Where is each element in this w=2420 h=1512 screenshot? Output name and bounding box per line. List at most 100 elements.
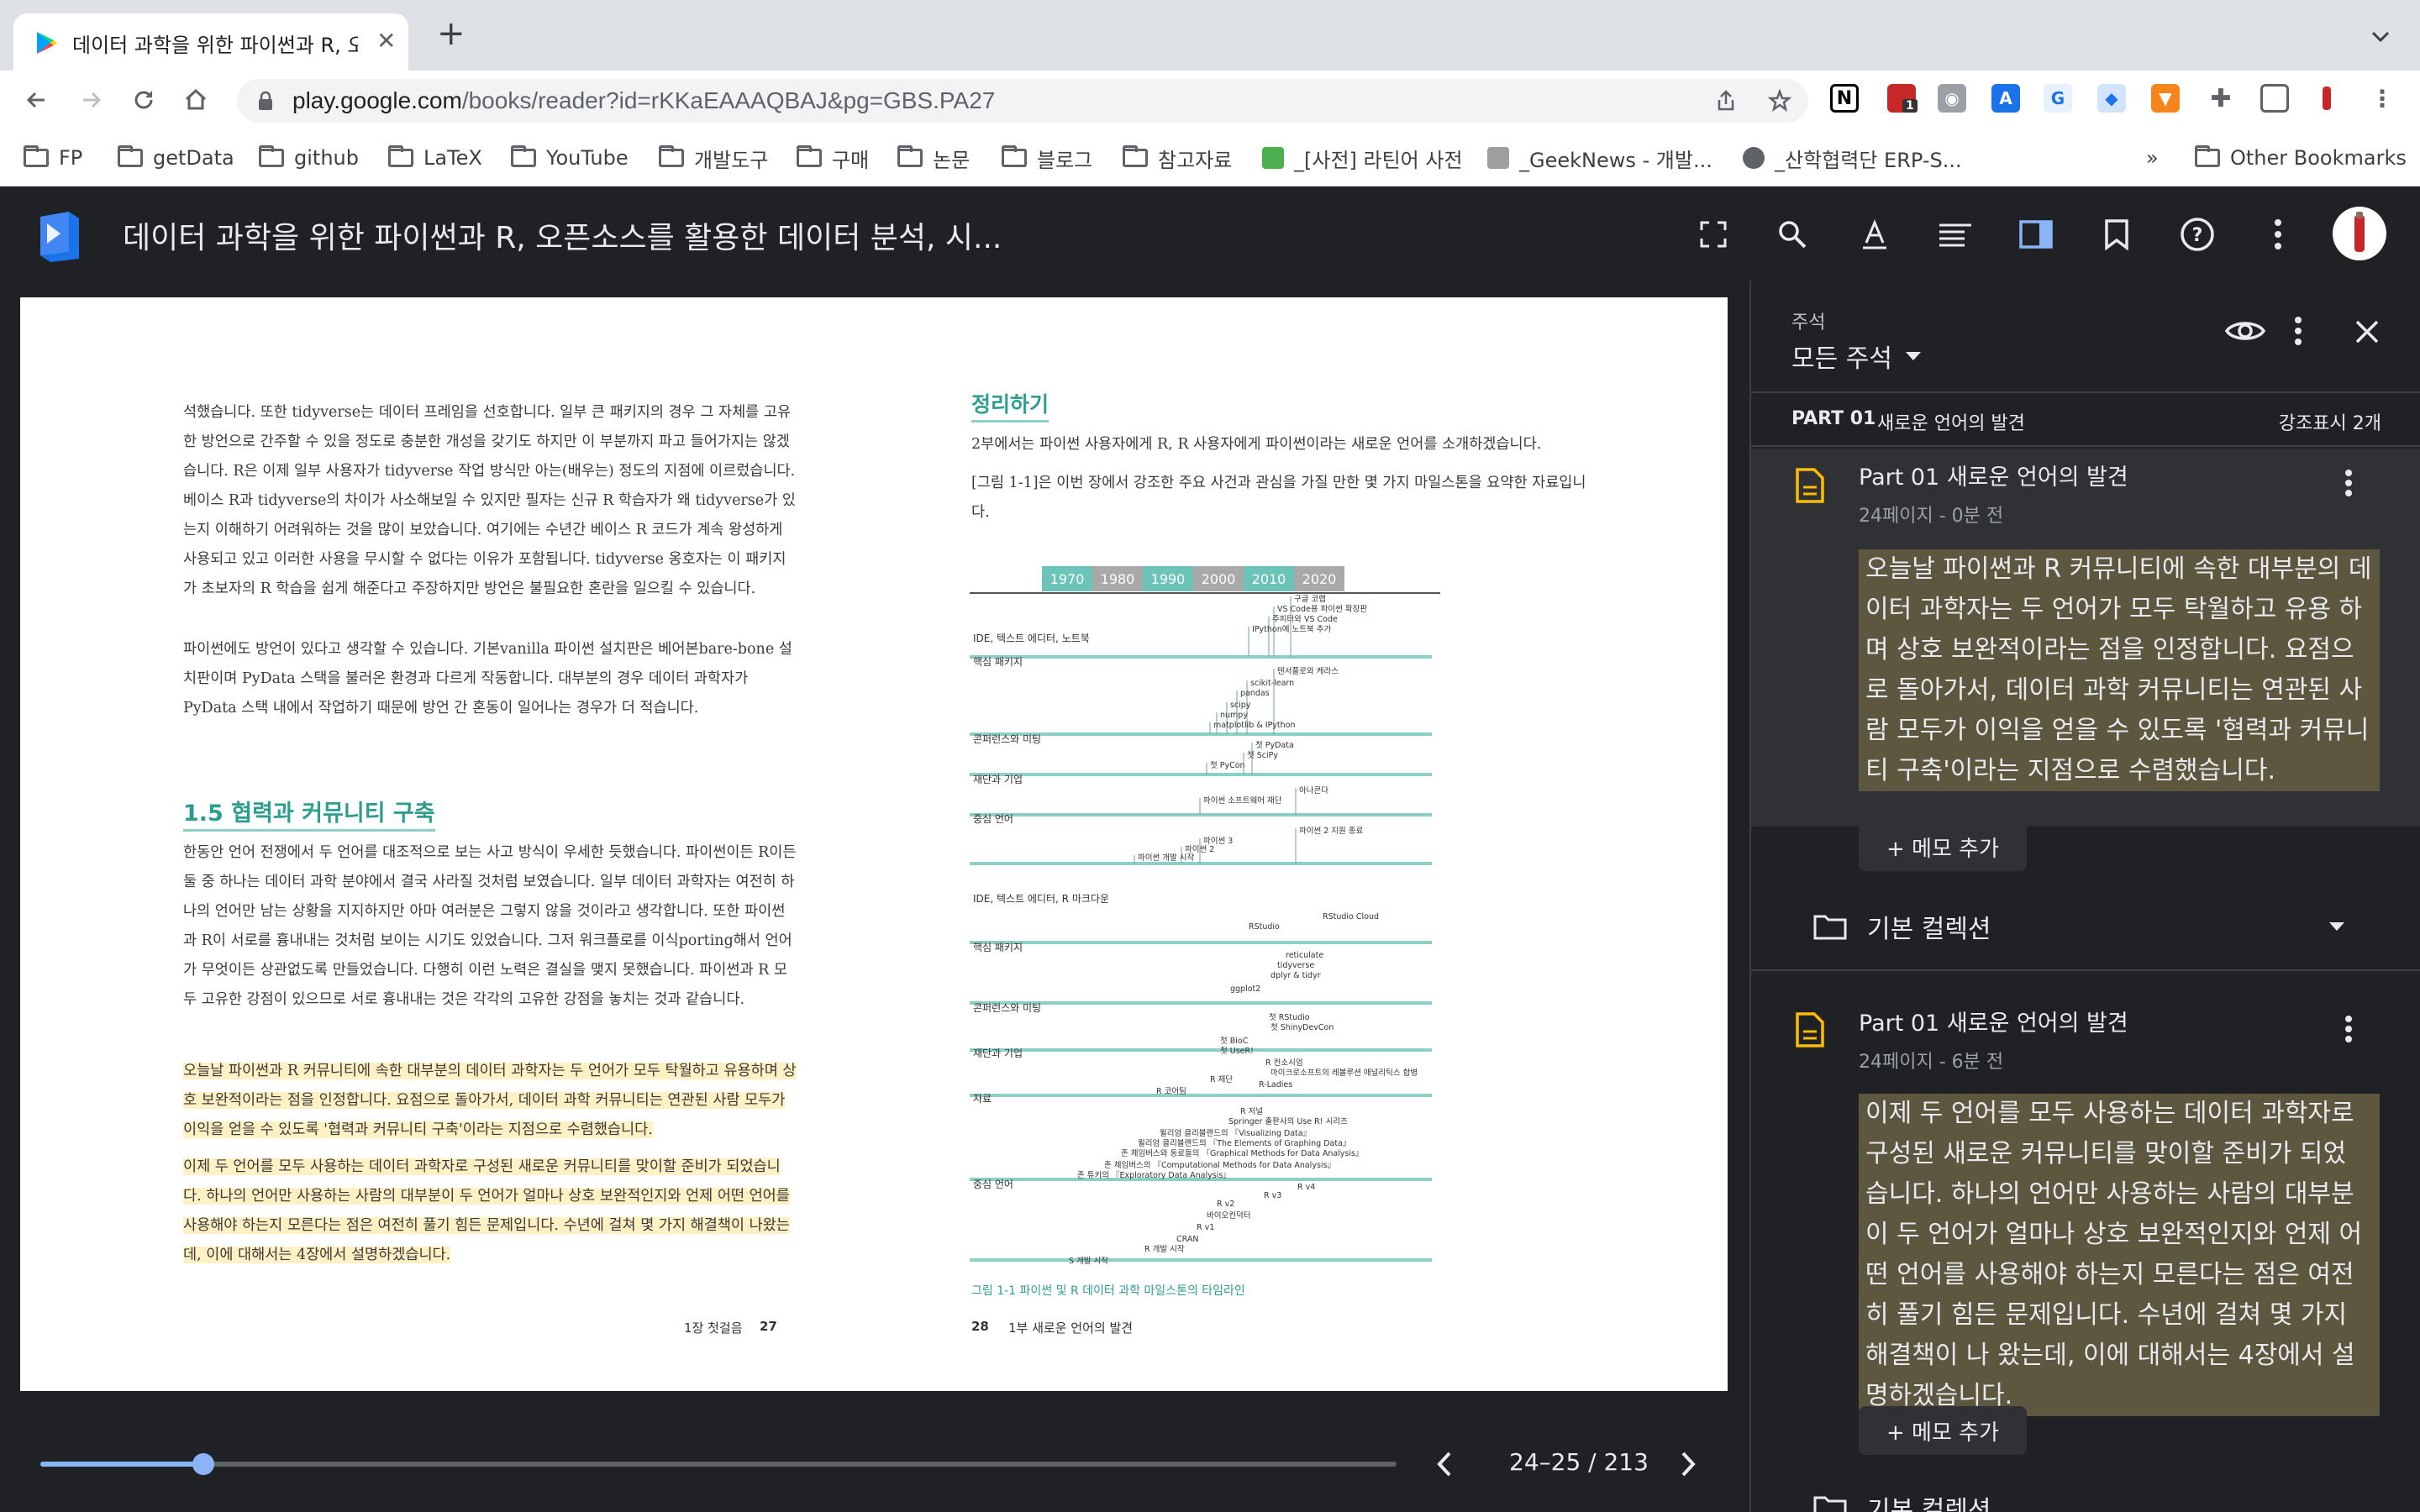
avatar[interactable] [2333, 207, 2386, 260]
ublock-extension-icon[interactable]: 1 [1887, 84, 1918, 113]
bookmark-folder[interactable]: 블로그 [1002, 143, 1092, 173]
bookmark-folder[interactable]: LaTeX [388, 143, 482, 173]
timeline-event-label: 첫 PyCon [1210, 761, 1245, 770]
paragraph: 한동안 언어 전쟁에서 두 언어를 대조적으로 보는 사고 방식이 우세한 듯했… [183, 844, 797, 1008]
annotation-more-icon[interactable] [2344, 1015, 2353, 1043]
page-footer-number: 28 [971, 1319, 989, 1334]
bookmark-folder[interactable]: 구매 [797, 143, 869, 173]
annotation-quote[interactable]: 오늘날 파이썬과 R 커뮤니티에 속한 대부분의 데이터 과학자는 두 언어가 … [1859, 549, 2380, 791]
play-books-logo[interactable] [35, 210, 84, 262]
share-icon[interactable] [1714, 89, 1738, 113]
home-icon[interactable] [178, 82, 213, 118]
collection-selector[interactable]: 기본 컬렉션 [1791, 906, 2420, 948]
close-panel-icon[interactable] [2354, 319, 2380, 344]
folder-icon [2195, 145, 2220, 167]
search-icon[interactable] [1773, 215, 1812, 254]
bookmark-link[interactable]: _[사전] 라틴어 사전 [1262, 143, 1463, 173]
visibility-eye-icon[interactable] [2225, 318, 2265, 344]
page-footer-chapter: 1부 새로운 언어의 발견 [1008, 1320, 1134, 1336]
bookmark-link[interactable]: _산학협력단 ERP-S... [1743, 143, 1962, 173]
annotation-more-icon[interactable] [2344, 469, 2353, 497]
tab-close-icon[interactable]: ✕ [376, 27, 396, 55]
other-bookmarks[interactable]: Other Bookmarks [2195, 143, 2407, 173]
side-panel-icon[interactable] [2260, 84, 2289, 113]
paragraph: 파이썬에도 방언이 있다고 생각할 수 있습니다. 기본vanilla 파이썬 … [183, 641, 792, 717]
shield-extension-icon[interactable]: ◆ [2097, 84, 2126, 113]
bookmark-folder[interactable]: 논문 [897, 143, 970, 173]
svg-text:?: ? [2192, 225, 2203, 246]
active-tab[interactable]: 데이터 과학을 위한 파이썬과 R, 오픈 ✕ [13, 13, 408, 71]
bookmark-star-icon[interactable] [1768, 89, 1791, 113]
metamask-fox-icon[interactable]: ▼ [2151, 84, 2180, 113]
timeline-event-label: reticulate [1286, 951, 1323, 960]
contents-list-icon[interactable] [1936, 215, 1975, 254]
book-title: 데이터 과학을 위한 파이썬과 R, 오픈소스를 활용한 데이터 분석, 시..… [123, 221, 1002, 255]
folder-icon [1123, 145, 1148, 167]
timeline-event-label: 파이썬 2 지원 종료 [1299, 827, 1364, 836]
timeline-row-label: 콘퍼런스와 미팅 [973, 733, 1041, 745]
bookmark-folder[interactable]: YouTube [511, 143, 629, 173]
timeline-event-label: scipy [1230, 701, 1251, 710]
timeline-event-label: numpy [1220, 711, 1248, 720]
timeline-event-label: RStudio [1249, 922, 1280, 932]
timeline-row-label: 중심 언어 [973, 1179, 1013, 1190]
fullscreen-icon[interactable] [1694, 215, 1733, 254]
bookmarks-overflow[interactable]: » [2146, 143, 2159, 173]
page-scrubber-handle[interactable] [192, 1453, 214, 1475]
notes-panel-icon[interactable] [2017, 215, 2055, 254]
timeline-event-label: 아나콘다 [1299, 786, 1328, 795]
panel-more-icon[interactable] [2294, 316, 2302, 346]
extensions-puzzle-icon[interactable]: ✚ [2207, 84, 2235, 113]
timeline-event-label: 주피터와 VS Code [1272, 614, 1338, 624]
bookmark-link[interactable]: _GeekNews - 개발... [1487, 143, 1712, 173]
add-memo-button[interactable]: + 메모 추가 [1859, 1406, 2027, 1455]
text-format-icon[interactable] [1855, 215, 1894, 254]
reload-icon[interactable] [126, 82, 161, 118]
timeline-row-label: IDE, 텍스트 에디터, R 마크다운 [973, 893, 1109, 905]
more-options-icon[interactable] [2259, 215, 2297, 254]
new-tab-icon[interactable]: + [437, 17, 466, 50]
bookmark-folder[interactable]: github [259, 143, 359, 173]
url-text[interactable]: play.google.com/books/reader?id=rKKaEAAA… [292, 87, 995, 114]
previous-page-icon[interactable] [1432, 1450, 1457, 1478]
camera-extension-icon[interactable]: ◉ [1938, 84, 1966, 113]
address-bar[interactable]: play.google.com/books/reader?id=rKKaEAAA… [237, 79, 1808, 123]
page-indicator: 24–25 / 213 [1509, 1448, 1649, 1476]
chrome-menu-icon[interactable]: ⋮ [2368, 84, 2396, 113]
back-icon[interactable] [18, 82, 54, 118]
book-spread: 석했습니다. 또한 tidyverse는 데이터 프레임을 선호합니다. 일부 … [20, 297, 1728, 1391]
page-scrubber-track[interactable] [40, 1462, 1397, 1467]
annotation-card[interactable]: Part 01 새로운 언어의 발견 24페이지 - 0분 전 오늘날 파이썬과… [1751, 449, 2420, 827]
highlighted-paragraph[interactable]: 오늘날 파이썬과 R 커뮤니티에 속한 대부분의 데이터 과학자는 두 언어가 … [183, 1057, 797, 1145]
annotation-quote[interactable]: 이제 두 언어를 모두 사용하는 데이터 과학자로 구성된 새로운 커뮤니티를 … [1859, 1094, 2380, 1416]
google-translate-extension-icon[interactable]: G [2044, 84, 2072, 113]
add-memo-button[interactable]: + 메모 추가 [1859, 822, 2027, 871]
note-icon [1796, 468, 1824, 503]
highlighted-paragraph[interactable]: 이제 두 언어를 모두 사용하는 데이터 과학자로 구성된 새로운 커뮤니티를 … [183, 1152, 797, 1270]
page-footer-number: 27 [760, 1319, 777, 1334]
notion-extension-icon[interactable]: N [1830, 84, 1859, 113]
lock-icon[interactable] [257, 91, 274, 111]
google-play-icon [37, 32, 57, 54]
next-page-icon[interactable] [1676, 1450, 1701, 1478]
bookmark-folder[interactable]: getData [118, 143, 234, 173]
folder-icon [1002, 145, 1027, 167]
bookmark-icon[interactable] [2097, 215, 2136, 254]
bookmark-folder[interactable]: FP [24, 143, 82, 173]
page-scrubber-progress [40, 1462, 203, 1467]
tab-search-chevron-icon[interactable] [2368, 24, 2393, 49]
help-icon[interactable]: ? [2178, 215, 2217, 254]
folder-icon [388, 145, 413, 167]
timeline-row-label: IDE, 텍스트 에디터, 노트북 [973, 633, 1090, 644]
folder-icon [1813, 915, 1847, 940]
folder-icon [511, 145, 536, 167]
collection-selector[interactable]: 기본 컬렉션 [1791, 1487, 2420, 1512]
forward-icon[interactable] [74, 82, 109, 118]
annotation-card[interactable]: Part 01 새로운 언어의 발견 24페이지 - 6분 전 이제 두 언어를… [1751, 993, 2420, 1463]
profile-icon[interactable] [2312, 84, 2341, 113]
translate-a-extension-icon[interactable]: A [1991, 84, 2020, 113]
annotation-filter-dropdown[interactable]: 모든 주석 [1791, 338, 1923, 375]
bookmark-folder[interactable]: 참고자료 [1123, 143, 1232, 173]
bookmark-folder[interactable]: 개발도구 [659, 143, 768, 173]
timeline-row-label: 재단과 기업 [973, 774, 1023, 785]
